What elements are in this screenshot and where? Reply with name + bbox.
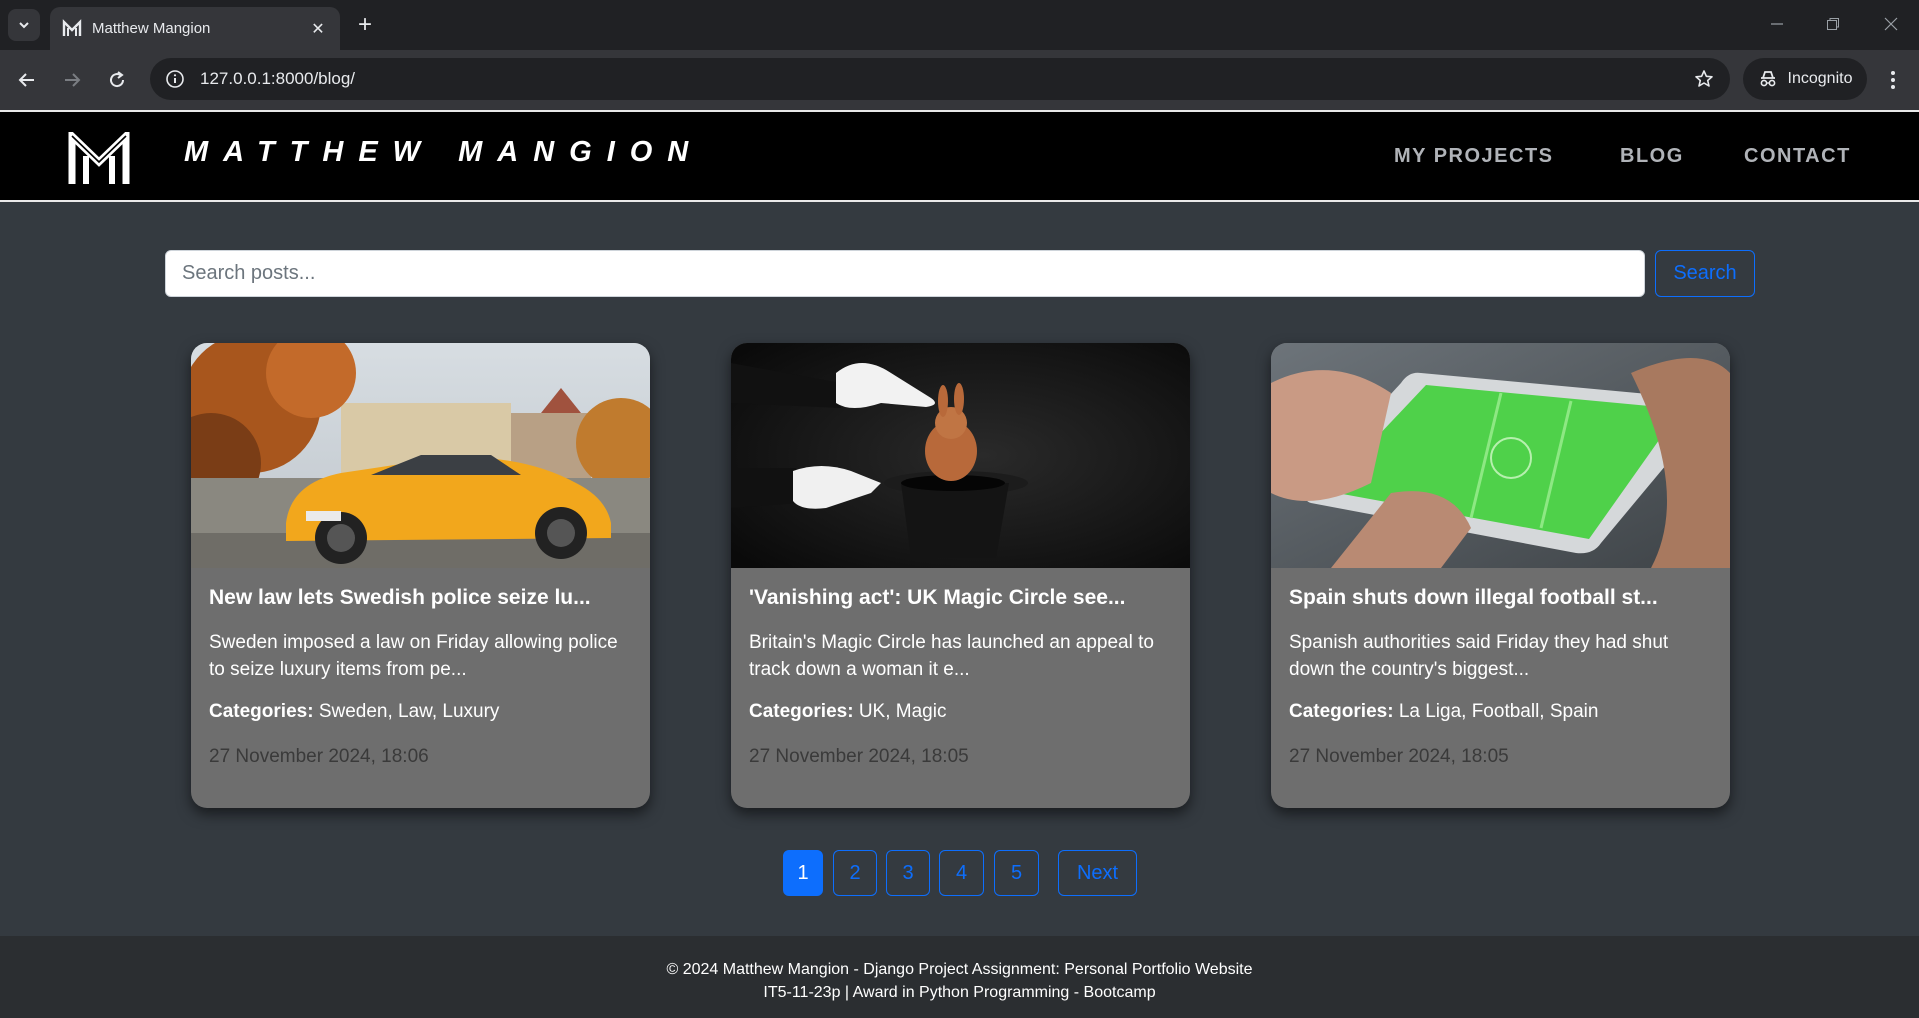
footer-copyright: © 2024 Matthew Mangion - Django Project … [666, 961, 1253, 978]
post-excerpt: Sweden imposed a law on Friday allowing … [209, 632, 618, 680]
new-tab-icon[interactable]: + [352, 12, 378, 38]
tab-search-button[interactable] [8, 9, 40, 41]
nav-contact[interactable]: CONTACT [1744, 145, 1851, 168]
incognito-label: Incognito [1787, 70, 1853, 87]
categories-value: La Liga, Football, Spain [1398, 701, 1599, 722]
categories-value: UK, Magic [858, 701, 947, 722]
site-favicon-icon [62, 18, 82, 36]
post-date: 27 November 2024, 18:05 [749, 746, 969, 767]
browser-menu-icon[interactable] [1878, 65, 1908, 95]
post-image-phone-football[interactable] [1271, 343, 1730, 568]
restore-icon[interactable] [1819, 12, 1847, 36]
post-title[interactable]: New law lets Swedish police seize lu... [209, 586, 632, 610]
post-categories: Categories: La Liga, Football, Spain [1289, 701, 1712, 723]
close-tab-icon[interactable]: ✕ [308, 19, 328, 39]
post-title[interactable]: 'Vanishing act': UK Magic Circle see... [749, 586, 1172, 610]
search-input[interactable] [165, 250, 1645, 297]
post-categories: Categories: UK, Magic [749, 701, 1172, 723]
incognito-indicator[interactable]: Incognito [1743, 58, 1867, 100]
site-info-icon[interactable] [164, 68, 186, 90]
browser-tab-bar: Matthew Mangion ✕ + [0, 0, 1919, 50]
close-window-icon[interactable] [1877, 12, 1905, 36]
search-button[interactable]: Search [1655, 250, 1755, 297]
back-icon[interactable] [12, 65, 42, 95]
next-page-button[interactable]: Next [1058, 850, 1137, 896]
page-3-button[interactable]: 3 [886, 850, 930, 896]
chevron-down-icon [19, 22, 29, 29]
post-title[interactable]: Spain shuts down illegal football st... [1289, 586, 1712, 610]
page-2-button[interactable]: 2 [833, 850, 877, 896]
post-excerpt: Britain's Magic Circle has launched an a… [749, 632, 1154, 680]
address-bar[interactable]: 127.0.0.1:8000/blog/ [150, 58, 1730, 100]
footer-course: IT5-11-23p | Award in Python Programming… [763, 984, 1156, 1001]
browser-toolbar: 127.0.0.1:8000/blog/ Incognito [0, 50, 1919, 110]
categories-label: Categories: [209, 701, 314, 722]
post-card[interactable]: New law lets Swedish police seize lu... … [191, 343, 650, 808]
page-4-button[interactable]: 4 [939, 850, 984, 896]
post-card[interactable]: Spain shuts down illegal football st... … [1271, 343, 1730, 808]
site-brand[interactable]: MATTHEW MANGION [184, 136, 703, 169]
post-excerpt: Spanish authorities said Friday they had… [1289, 632, 1669, 680]
post-date: 27 November 2024, 18:05 [1289, 746, 1509, 767]
nav-my-projects[interactable]: MY PROJECTS [1394, 145, 1554, 168]
categories-value: Sweden, Law, Luxury [318, 701, 500, 722]
incognito-icon [1760, 71, 1775, 87]
browser-tab[interactable]: Matthew Mangion ✕ [50, 7, 340, 50]
forward-icon[interactable] [57, 65, 87, 95]
reload-icon[interactable] [102, 65, 132, 95]
post-image-magic-rabbit[interactable] [731, 343, 1190, 568]
page-1-button[interactable]: 1 [783, 850, 823, 896]
tab-title: Matthew Mangion [92, 20, 211, 37]
post-categories: Categories: Sweden, Law, Luxury [209, 701, 632, 723]
mm-logo-icon[interactable] [68, 132, 130, 186]
site-header: MATTHEW MANGION MY PROJECTS BLOG CONTACT [0, 110, 1919, 202]
post-date: 27 November 2024, 18:06 [209, 746, 429, 767]
site-footer: © 2024 Matthew Mangion - Django Project … [0, 936, 1919, 1018]
bookmark-star-icon[interactable] [1692, 67, 1716, 91]
post-card[interactable]: 'Vanishing act': UK Magic Circle see... … [731, 343, 1190, 808]
page-5-button[interactable]: 5 [994, 850, 1039, 896]
categories-label: Categories: [1289, 701, 1394, 722]
post-image-sports-car[interactable] [191, 343, 650, 568]
nav-blog[interactable]: BLOG [1620, 145, 1684, 168]
categories-label: Categories: [749, 701, 854, 722]
url-text: 127.0.0.1:8000/blog/ [200, 69, 356, 88]
minimize-icon[interactable] [1763, 12, 1791, 36]
